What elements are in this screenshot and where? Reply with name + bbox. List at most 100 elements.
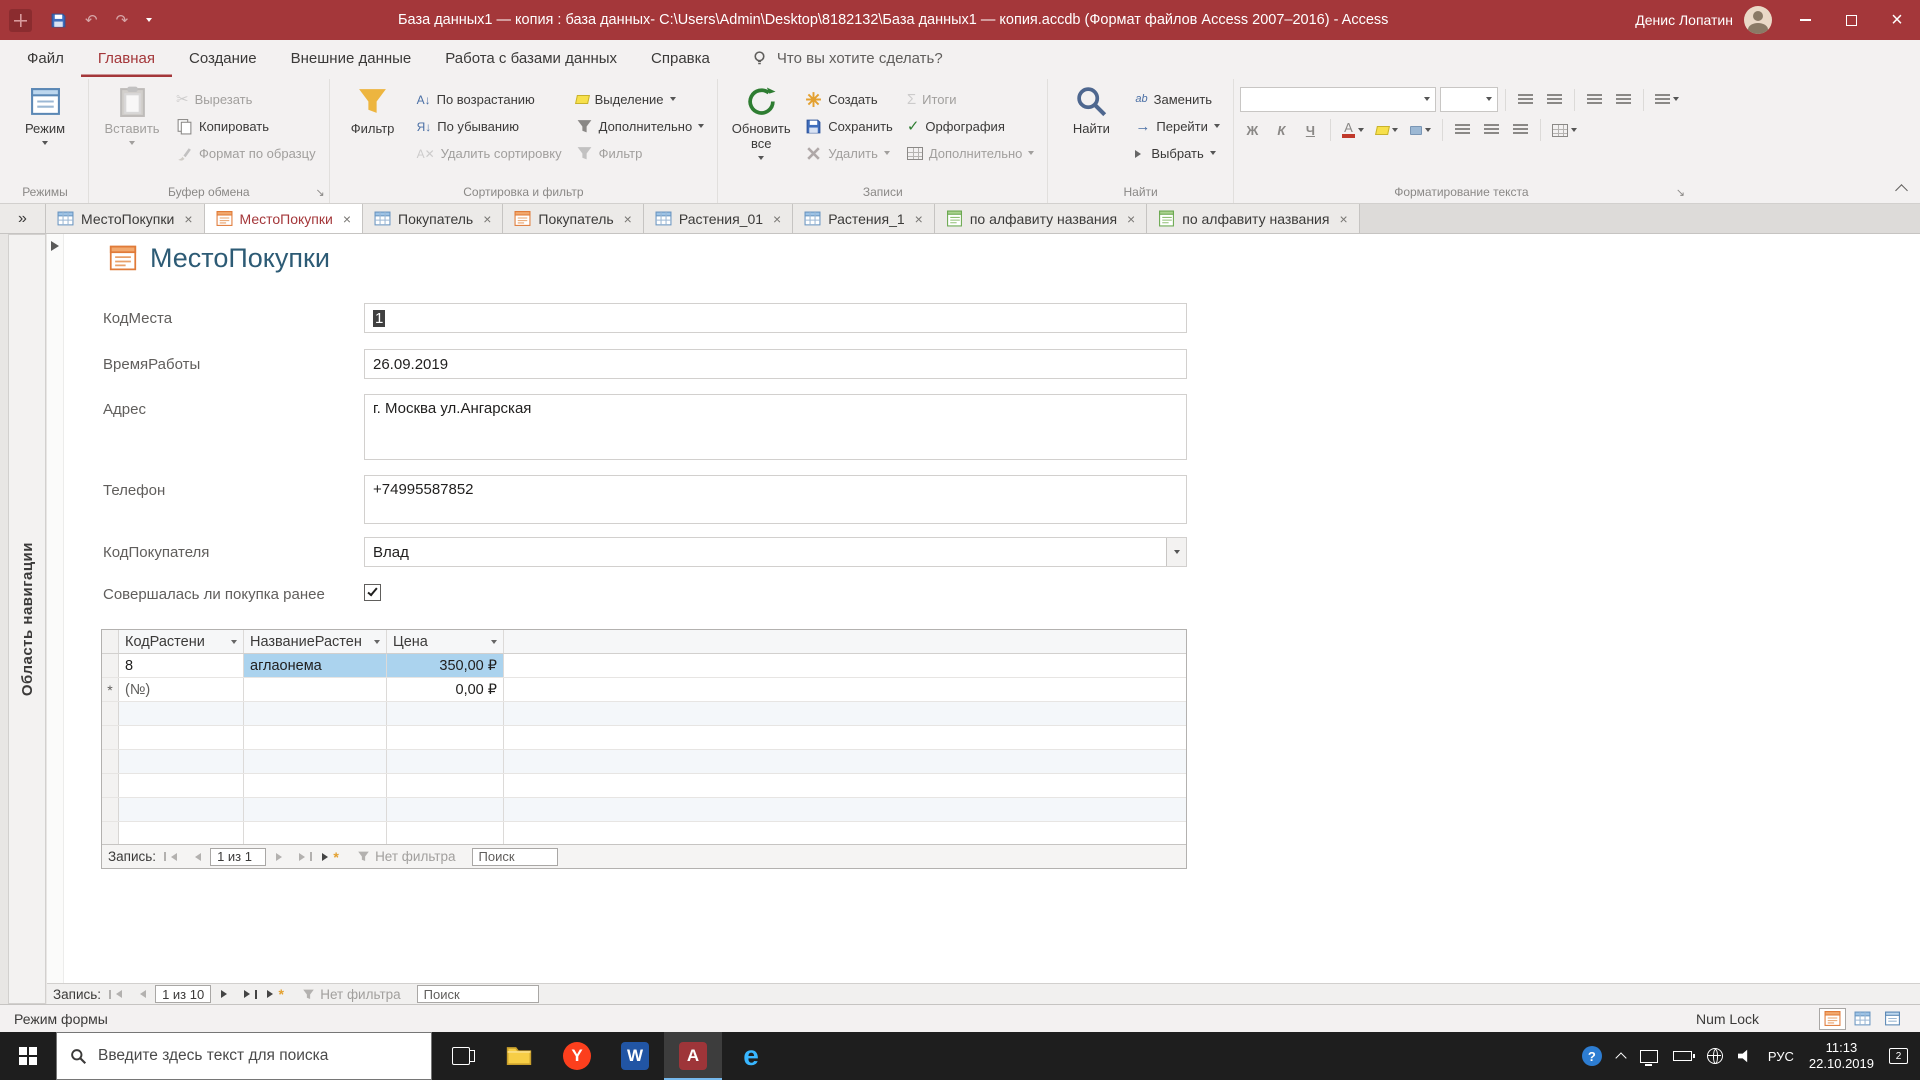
- start-button[interactable]: [0, 1032, 56, 1080]
- row-selector[interactable]: [102, 726, 119, 749]
- last-record-button[interactable]: [240, 985, 261, 1003]
- cell[interactable]: [119, 702, 244, 725]
- combo-dropdown-button[interactable]: [1166, 538, 1186, 566]
- doc-tab-mestopokupki-table[interactable]: МестоПокупки ×: [46, 204, 205, 233]
- collapse-ribbon-button[interactable]: [1895, 184, 1908, 197]
- app-menu-button[interactable]: [0, 0, 41, 40]
- numbered-list-button[interactable]: [1542, 88, 1567, 112]
- filter-status[interactable]: Нет фильтра: [357, 849, 456, 864]
- row-selector[interactable]: [102, 822, 119, 845]
- next-record-button[interactable]: [215, 985, 236, 1003]
- increase-indent-button[interactable]: [1611, 88, 1636, 112]
- bold-button[interactable]: Ж: [1240, 118, 1265, 142]
- record-position[interactable]: 1 из 10: [155, 985, 212, 1003]
- subform-search-box[interactable]: Поиск: [471, 847, 558, 866]
- filter-arrow-icon[interactable]: [491, 640, 497, 647]
- cell[interactable]: [119, 750, 244, 773]
- background-fill-button[interactable]: [1406, 118, 1435, 142]
- first-record-button[interactable]: [105, 985, 126, 1003]
- row-selector[interactable]: [102, 750, 119, 773]
- row-selector[interactable]: [102, 702, 119, 725]
- battery-tray-icon[interactable]: [1672, 1051, 1695, 1061]
- font-name-combo[interactable]: [1239, 87, 1436, 112]
- close-icon[interactable]: ×: [184, 211, 192, 227]
- doc-tab-pokupatel-form[interactable]: Покупатель ×: [503, 204, 644, 233]
- nav-pane-expand-button[interactable]: »: [0, 204, 46, 233]
- cell-tsena-new[interactable]: 0,00 ₽: [387, 678, 504, 701]
- word-button[interactable]: W: [606, 1032, 664, 1080]
- last-record-button[interactable]: [295, 848, 316, 866]
- cell[interactable]: [387, 774, 504, 797]
- help-tray-icon[interactable]: ?: [1581, 1046, 1602, 1066]
- datasheet-view-button[interactable]: [1849, 1008, 1876, 1030]
- font-color-button[interactable]: А: [1338, 118, 1368, 142]
- cell[interactable]: [119, 822, 244, 845]
- gridlines-button[interactable]: [1548, 118, 1581, 142]
- tab-home[interactable]: Главная: [81, 40, 172, 77]
- tab-create[interactable]: Создание: [172, 40, 274, 77]
- selection-button[interactable]: Выделение: [569, 86, 712, 113]
- main-search-box[interactable]: Поиск: [416, 985, 539, 1003]
- select-all-cell[interactable]: [102, 630, 119, 653]
- cell[interactable]: [244, 726, 387, 749]
- text-highlight-button[interactable]: [1372, 118, 1402, 142]
- close-icon[interactable]: ×: [483, 211, 491, 227]
- close-icon[interactable]: ×: [1127, 211, 1135, 227]
- edge-button[interactable]: e: [722, 1032, 780, 1080]
- format-painter-button[interactable]: Формат по образцу: [169, 140, 323, 167]
- cell[interactable]: [387, 798, 504, 821]
- show-hidden-icons-chevron[interactable]: [1615, 1051, 1627, 1064]
- avatar[interactable]: [1744, 6, 1772, 34]
- copy-button[interactable]: Копировать: [169, 113, 323, 140]
- row-selector[interactable]: [102, 774, 119, 797]
- align-left-button[interactable]: [1450, 118, 1475, 142]
- doc-tab-alphabet-report-2[interactable]: по алфавиту названия ×: [1147, 204, 1360, 233]
- select-button[interactable]: Выбрать: [1128, 140, 1227, 167]
- close-icon[interactable]: ×: [624, 211, 632, 227]
- cut-button[interactable]: ✂ Вырезать: [169, 86, 323, 113]
- field-adres[interactable]: г. Москва ул.Ангарская: [364, 394, 1187, 460]
- cell[interactable]: [119, 774, 244, 797]
- qat-customize-button[interactable]: [137, 0, 161, 40]
- column-header-nazvanie[interactable]: НазваниеРастен: [244, 630, 387, 653]
- column-header-kodrasteniya[interactable]: КодРастени: [119, 630, 244, 653]
- checkbox-pokupka-ranee[interactable]: [364, 584, 381, 601]
- maximize-button[interactable]: [1828, 0, 1874, 40]
- cell-nazvanie-new[interactable]: [244, 678, 387, 701]
- form-view-button[interactable]: [1819, 1007, 1846, 1030]
- delete-record-button[interactable]: Удалить: [798, 140, 900, 167]
- sort-ascending-button[interactable]: А↓ По возрастанию: [410, 86, 569, 113]
- cell[interactable]: [244, 702, 387, 725]
- advanced-filter-button[interactable]: Дополнительно: [569, 113, 712, 140]
- field-telefon[interactable]: +74995587852: [364, 475, 1187, 524]
- cell-kod-new[interactable]: (№): [119, 678, 244, 701]
- notification-center-icon[interactable]: 2: [1889, 1048, 1908, 1064]
- previous-record-button[interactable]: [185, 848, 206, 866]
- replace-button[interactable]: ab Заменить: [1128, 86, 1227, 113]
- close-icon[interactable]: ×: [1339, 211, 1347, 227]
- tab-external-data[interactable]: Внешние данные: [274, 40, 429, 77]
- undo-button[interactable]: ↶: [76, 0, 107, 40]
- display-tray-icon[interactable]: [1639, 1049, 1658, 1066]
- tab-file[interactable]: Файл: [10, 40, 81, 77]
- file-explorer-button[interactable]: [490, 1032, 548, 1080]
- first-record-button[interactable]: [160, 848, 181, 866]
- field-kodpokupatelya-combo[interactable]: Влад: [364, 537, 1187, 567]
- field-kodmesta[interactable]: 1: [364, 303, 1187, 333]
- clock[interactable]: 11:13 22.10.2019: [1809, 1040, 1874, 1072]
- find-button[interactable]: Найти: [1054, 81, 1128, 181]
- design-view-button[interactable]: [1879, 1008, 1906, 1030]
- filter-button[interactable]: Фильтр: [336, 81, 410, 181]
- cell[interactable]: [244, 822, 387, 845]
- doc-tab-rasteniya01[interactable]: Растения_01 ×: [643, 204, 794, 233]
- yandex-browser-button[interactable]: Y: [548, 1032, 606, 1080]
- decrease-indent-button[interactable]: [1582, 88, 1607, 112]
- tab-database-tools[interactable]: Работа с базами данных: [428, 40, 634, 77]
- record-position[interactable]: 1 из 1: [210, 847, 267, 866]
- cell[interactable]: [244, 798, 387, 821]
- doc-tab-alphabet-report-1[interactable]: по алфавиту названия ×: [934, 204, 1148, 233]
- new-record-button[interactable]: Создать: [798, 86, 900, 113]
- new-record-button[interactable]: *: [265, 985, 286, 1003]
- language-indicator[interactable]: РУС: [1768, 1049, 1794, 1064]
- save-button[interactable]: [41, 0, 76, 40]
